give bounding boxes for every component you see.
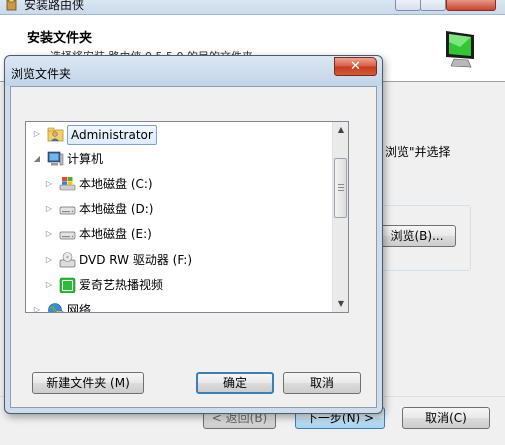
tree-item-label: Administrator [67,125,157,145]
hard-drive-icon [59,206,76,215]
window-close-button[interactable] [446,0,496,11]
minimize-button[interactable] [395,0,421,11]
tree-item[interactable]: ▷ 爱奇艺热播视频 [26,274,336,296]
dialog-cancel-button[interactable]: 取消 [283,372,361,394]
tree-item-label: 本地磁盘 (C:) [79,177,153,192]
tree-item[interactable]: ▷ 本地磁盘 (E:) [26,223,336,245]
installer-instruction-text: 浏览"并选择 [385,145,451,159]
system-drive-icon [59,177,76,191]
tree-item[interactable]: ▷ 网络 [26,299,336,313]
dialog-titlebar: 浏览文件夹 ✕ [5,56,382,86]
ok-button[interactable]: 确定 [196,372,274,394]
scroll-down-arrow-icon[interactable]: ▼ [333,296,348,312]
tree-item[interactable]: ▷ 本地磁盘 (C:) [26,173,336,195]
installer-cancel-button[interactable]: 取消(C) [402,407,490,429]
dialog-title: 浏览文件夹 [11,67,72,81]
installer-header-title: 安装文件夹 [27,31,93,46]
thumb-grip [338,190,344,191]
expand-arrow-icon[interactable]: ▷ [44,198,54,220]
monitor-icon [446,31,474,68]
thumb-grip [338,184,344,185]
new-folder-button[interactable]: 新建文件夹 (M) [32,372,144,394]
user-folder-icon [47,127,64,142]
tree-item-label: 本地磁盘 (E:) [79,227,152,242]
tree-scrollbar[interactable]: ▲ ▼ [332,122,348,312]
installer-title: 安装路由侠 [24,0,85,12]
computer-icon [47,151,64,166]
dvd-drive-icon [59,251,76,267]
tree-item-label: 计算机 [67,152,104,167]
tree-item-label: 爱奇艺热播视频 [79,277,164,292]
expand-arrow-icon[interactable]: ▷ [44,249,54,271]
dialog-close-button[interactable]: ✕ [334,57,377,76]
tree-item[interactable]: ▷ 本地磁盘 (D:) [26,198,336,220]
expand-arrow-icon[interactable]: ▷ [44,223,54,245]
tree-item[interactable]: ▷ Administrator [26,123,336,145]
tree-item-label: 本地磁盘 (D:) [79,202,154,217]
close-icon: ✕ [350,59,361,74]
expand-arrow-icon[interactable]: ▷ [32,299,42,312]
tree-item-label: 网络 [67,302,92,313]
tree-item-label: DVD RW 驱动器 (F:) [79,252,193,267]
tree-item[interactable]: ◢ 计算机 [26,148,336,170]
expand-arrow-icon[interactable]: ▷ [44,274,54,296]
maximize-button[interactable] [420,0,446,11]
thumb-grip [338,187,344,188]
scroll-thumb[interactable] [334,158,347,218]
scroll-up-arrow-icon[interactable]: ▲ [333,122,348,138]
installer-titlebar: 安装路由侠 [0,0,505,15]
hard-drive-icon [59,232,76,240]
network-icon [48,302,64,312]
iqiyi-icon [59,277,76,293]
browse-folder-dialog: 浏览文件夹 ✕ ▷ Administrator ◢ 计算机 ▷ 本地磁盘 (C:) ▷ 本地磁… [4,55,383,414]
expand-arrow-icon[interactable]: ▷ [44,173,54,195]
tree-item[interactable]: ▷ DVD RW 驱动器 (F:) [26,249,336,271]
folder-tree[interactable]: ▷ Administrator ◢ 计算机 ▷ 本地磁盘 (C:) ▷ 本地磁盘 (D:) ▷ 本… [25,121,349,313]
installer-app-icon [6,0,17,11]
expand-arrow-icon[interactable]: ▷ [32,123,42,145]
expanded-arrow-icon[interactable]: ◢ [32,148,42,170]
installer-browse-button[interactable]: 浏览(B)... [378,225,456,247]
